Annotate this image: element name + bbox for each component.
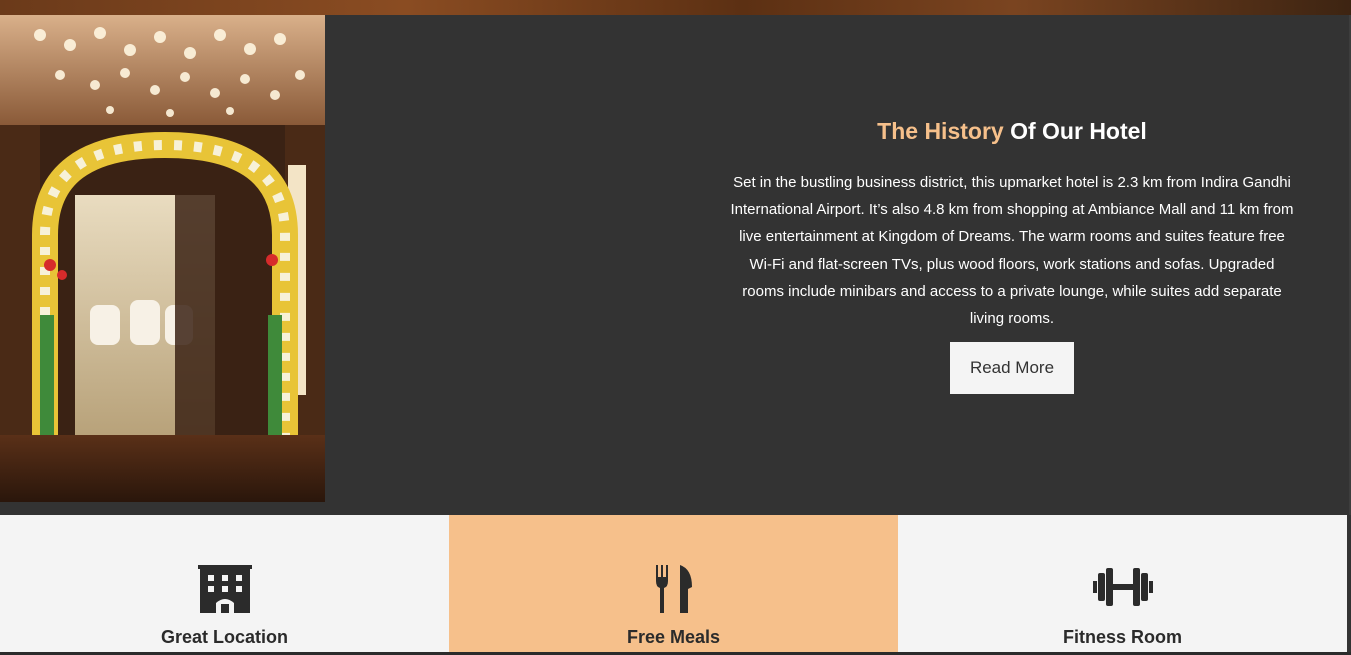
feature-label: Fitness Room: [1062, 627, 1182, 647]
dumbbell-icon: [1092, 565, 1153, 614]
history-title: The History Of Our Hotel: [730, 113, 1294, 149]
feature-fitness-room: Fitness Room: [898, 515, 1347, 655]
building-icon: [197, 565, 252, 618]
history-text-block: The History Of Our Hotel Set in the bust…: [730, 113, 1294, 395]
utensils-icon: [654, 565, 694, 618]
read-more-button[interactable]: Read More: [949, 342, 1075, 395]
features-row: Great Location Free Meals Fitness Room: [0, 515, 1351, 655]
history-title-rest: Of Our Hotel: [1010, 118, 1147, 144]
feature-label: Great Location: [160, 627, 289, 647]
history-section: The History Of Our Hotel Set in the bust…: [0, 15, 1351, 515]
feature-free-meals: Free Meals: [449, 515, 898, 655]
hotel-lobby-photo: [0, 15, 325, 502]
feature-label: Free Meals: [626, 627, 721, 647]
history-description: Set in the bustling business district, t…: [730, 174, 1294, 328]
feature-great-location: Great Location: [0, 515, 449, 655]
history-title-accent: The History: [877, 118, 1004, 144]
header-image-strip: [0, 0, 1351, 15]
